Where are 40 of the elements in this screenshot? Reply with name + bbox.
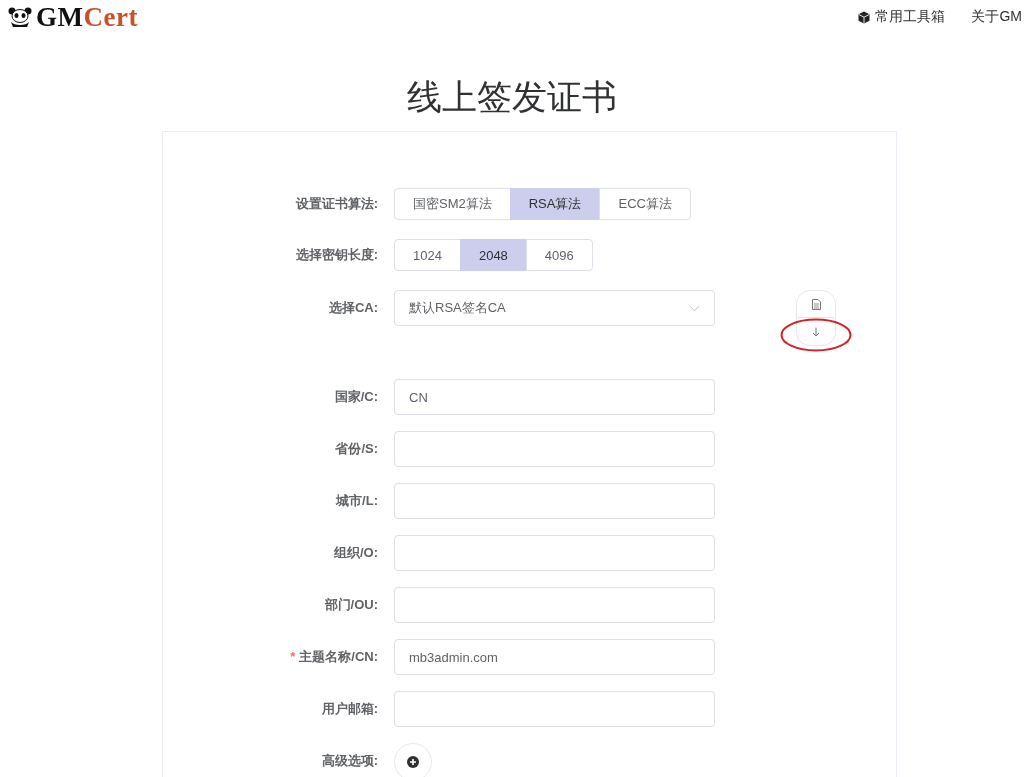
text-field[interactable]: CN [394,379,715,415]
text-field[interactable] [394,587,715,623]
document-icon [811,298,821,310]
download-button[interactable] [796,318,836,346]
plus-circle-icon [407,756,419,768]
logo-wordmark[interactable]: GMCert [36,2,138,32]
highlight-ellipse [780,318,852,352]
field-label: 高级选项: [321,752,378,770]
nav-link[interactable]: 关于GM [971,8,1022,26]
text-field[interactable]: mb3admin.com [394,639,715,675]
segment-option[interactable]: 2048 [459,239,527,271]
field-label: 省份/S: [335,440,378,458]
segment-option[interactable]: RSA算法 [509,188,601,220]
field-label: 国家/C: [334,388,378,406]
field-label: 主题名称/CN: [299,649,378,664]
segment-option[interactable]: 4096 [525,239,593,271]
segment-option[interactable]: ECC算法 [599,188,691,220]
segment-option[interactable]: 1024 [394,239,461,271]
field-label: 设置证书算法: [295,195,378,213]
document-button[interactable] [796,290,836,318]
cube-icon [858,10,871,24]
field-label: 用户邮箱: [321,700,378,718]
panda-icon [8,7,32,27]
arrow-down-icon [812,326,820,337]
expand-button[interactable] [394,743,432,777]
ca-select[interactable]: 默认RSA签名CA [394,290,715,326]
nav-link[interactable]: 常用工具箱 [875,8,946,26]
required-asterisk: * [290,649,296,664]
text-field[interactable] [394,431,715,467]
chevron-down-icon [689,304,700,312]
text-field[interactable] [394,691,715,727]
field-label: 城市/L: [336,492,378,510]
text-field[interactable] [394,535,715,571]
segment-option[interactable]: 国密SM2算法 [394,188,511,220]
page-title: 线上签发证书 [406,77,618,118]
field-label: 部门/OU: [324,596,378,614]
text-field[interactable] [394,483,715,519]
field-label: 组织/O: [333,544,378,562]
field-label: 选择CA: [328,299,378,317]
field-label: 选择密钥长度: [295,246,378,264]
